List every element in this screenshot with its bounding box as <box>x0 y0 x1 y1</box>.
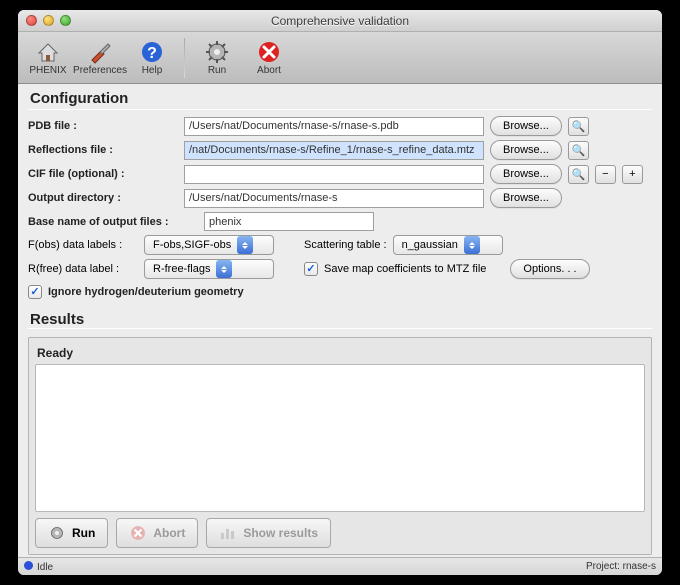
fobs-select[interactable]: F-obs,SIGF-obs <box>144 235 274 255</box>
cif-search-button[interactable]: 🔍 <box>568 165 589 184</box>
toolbar: PHENIX Preferences ? Help Run Abort <box>18 32 662 84</box>
output-directory-browse-button[interactable]: Browse... <box>490 188 562 208</box>
content-area: Configuration PDB file : Browse... 🔍 Ref… <box>18 84 662 557</box>
show-results-button: Show results <box>206 518 331 548</box>
results-abort-button: Abort <box>116 518 198 548</box>
phenix-label: PHENIX <box>29 65 66 76</box>
pdb-file-label: PDB file : <box>28 120 178 132</box>
ignore-hydrogen-label: Ignore hydrogen/deuterium geometry <box>48 286 244 298</box>
run-button[interactable]: Run <box>193 34 241 82</box>
search-icon: 🔍 <box>572 168 586 181</box>
results-title: Results <box>28 311 652 328</box>
zoom-window-button[interactable] <box>60 15 71 26</box>
svg-text:?: ? <box>147 45 157 62</box>
search-icon: 🔍 <box>572 120 586 133</box>
project-label: Project: rnase-s <box>586 561 656 572</box>
status-text: Idle <box>37 562 53 573</box>
reflections-file-label: Reflections file : <box>28 144 178 156</box>
search-icon: 🔍 <box>572 144 586 157</box>
results-run-button[interactable]: Run <box>35 518 108 548</box>
cif-add-button[interactable]: + <box>622 165 643 184</box>
statusbar: Idle Project: rnase-s <box>18 557 662 575</box>
rfree-value: R-free-flags <box>153 263 210 275</box>
phenix-home-button[interactable]: PHENIX <box>24 34 72 82</box>
help-button[interactable]: ? Help <box>128 34 176 82</box>
abort-label: Abort <box>257 65 281 76</box>
ignore-hydrogen-checkbox[interactable] <box>28 285 42 299</box>
preferences-button[interactable]: Preferences <box>76 34 124 82</box>
minimize-window-button[interactable] <box>43 15 54 26</box>
pdb-file-input[interactable] <box>184 117 484 136</box>
tools-icon <box>87 39 113 65</box>
scattering-table-value: n_gaussian <box>402 239 458 251</box>
gear-icon <box>204 39 230 65</box>
cif-file-label: CIF file (optional) : <box>28 168 178 180</box>
status-indicator-icon <box>24 561 33 570</box>
cif-browse-button[interactable]: Browse... <box>490 164 562 184</box>
pdb-browse-button[interactable]: Browse... <box>490 116 562 136</box>
save-map-label: Save map coefficients to MTZ file <box>324 263 486 275</box>
rfree-select[interactable]: R-free-flags <box>144 259 274 279</box>
fobs-value: F-obs,SIGF-obs <box>153 239 231 251</box>
cif-file-input[interactable] <box>184 165 484 184</box>
abort-icon <box>256 39 282 65</box>
fobs-label: F(obs) data labels : <box>28 239 138 251</box>
results-status: Ready <box>35 344 645 364</box>
rfree-label: R(free) data label : <box>28 263 138 275</box>
results-console[interactable] <box>35 364 645 512</box>
reflections-search-button[interactable]: 🔍 <box>568 141 589 160</box>
app-window: Comprehensive validation PHENIX Preferen… <box>18 10 662 575</box>
help-icon: ? <box>139 39 165 65</box>
show-results-label: Show results <box>243 526 318 540</box>
results-run-label: Run <box>72 526 95 540</box>
scattering-table-select[interactable]: n_gaussian <box>393 235 503 255</box>
separator <box>184 38 185 78</box>
cif-remove-button[interactable]: − <box>595 165 616 184</box>
basename-label: Base name of output files : <box>28 216 198 228</box>
save-map-checkbox[interactable] <box>304 262 318 276</box>
abort-button[interactable]: Abort <box>245 34 293 82</box>
results-abort-label: Abort <box>153 526 185 540</box>
abort-icon <box>129 524 147 542</box>
home-icon <box>35 39 61 65</box>
basename-input[interactable] <box>204 212 374 231</box>
gear-icon <box>48 524 66 542</box>
configuration-title: Configuration <box>28 90 652 109</box>
pdb-search-button[interactable]: 🔍 <box>568 117 589 136</box>
divider <box>28 109 652 110</box>
help-label: Help <box>142 65 163 76</box>
reflections-file-input[interactable] <box>184 141 484 160</box>
output-directory-input[interactable] <box>184 189 484 208</box>
titlebar: Comprehensive validation <box>18 10 662 32</box>
scattering-table-label: Scattering table : <box>304 239 387 251</box>
window-title: Comprehensive validation <box>18 14 662 28</box>
divider <box>28 328 652 329</box>
reflections-browse-button[interactable]: Browse... <box>490 140 562 160</box>
run-label: Run <box>208 65 226 76</box>
output-directory-label: Output directory : <box>28 192 178 204</box>
preferences-label: Preferences <box>73 65 127 76</box>
options-button[interactable]: Options. . . <box>510 259 589 279</box>
results-panel: Ready Run Abort Show results <box>28 337 652 555</box>
close-window-button[interactable] <box>26 15 37 26</box>
chart-icon <box>219 524 237 542</box>
